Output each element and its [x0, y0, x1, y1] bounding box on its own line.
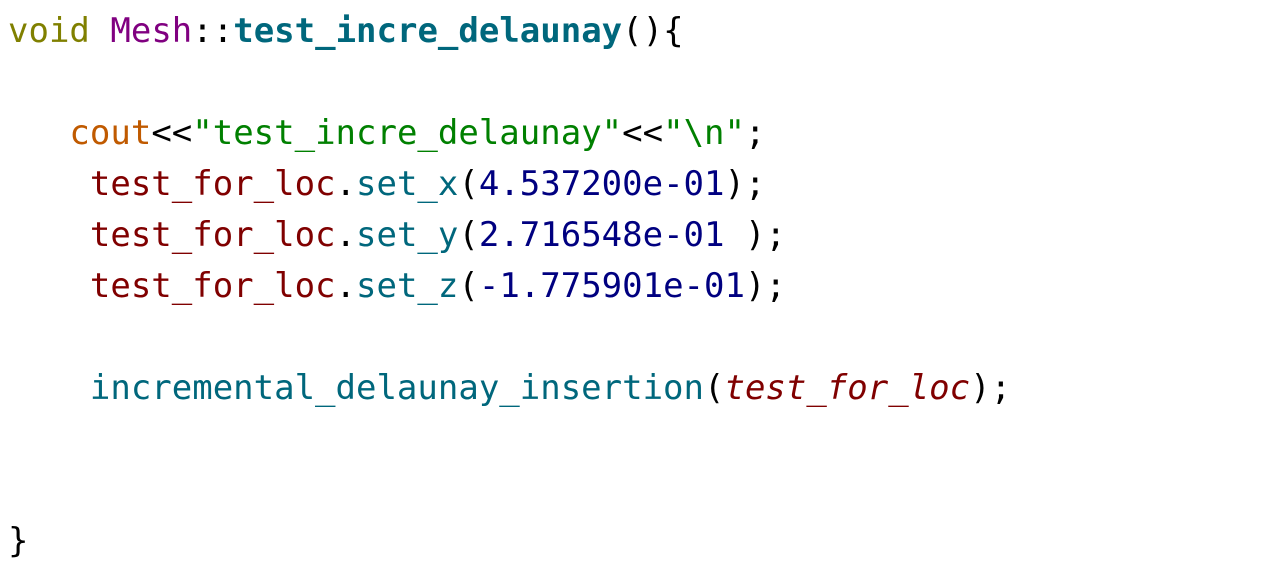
number-literal: -1.775901e-01 — [478, 266, 745, 306]
open-paren: ( — [458, 215, 479, 255]
open-paren: ( — [458, 266, 479, 306]
scope-operator: :: — [192, 11, 234, 51]
code-line-function-signature: void Mesh::test_incre_delaunay(){ — [8, 6, 684, 56]
object-name: test_for_loc — [89, 215, 336, 255]
code-line-insertion-call: incremental_delaunay_insertion(test_for_… — [8, 363, 1011, 413]
code-line-set-x: test_for_loc.set_x(4.537200e-01); — [8, 159, 766, 209]
stream-operator: << — [622, 113, 664, 153]
number-literal: 4.537200e-01 — [478, 164, 725, 204]
argument-name: test_for_loc — [724, 368, 971, 408]
cout-keyword: cout — [69, 113, 152, 153]
code-editor[interactable]: void Mesh::test_incre_delaunay(){ cout<<… — [0, 0, 1276, 573]
class-name: Mesh — [110, 11, 193, 51]
stream-operator: << — [151, 113, 193, 153]
string-literal: "test_incre_delaunay" — [192, 113, 623, 153]
close-paren: ); — [970, 368, 1012, 408]
object-name: test_for_loc — [89, 164, 336, 204]
function-open: (){ — [622, 11, 684, 51]
keyword-void: void — [8, 11, 90, 51]
method-name: set_x — [356, 164, 459, 204]
object-name: test_for_loc — [89, 266, 336, 306]
method-name: set_y — [356, 215, 459, 255]
code-line-cout: cout<<"test_incre_delaunay"<<"\n"; — [8, 108, 765, 158]
close-paren: ); — [744, 266, 786, 306]
open-paren: ( — [703, 368, 725, 408]
statement-end: ; — [744, 113, 766, 153]
close-brace: } — [8, 521, 29, 561]
number-literal: 2.716548e-01 — [478, 215, 725, 255]
function-name: test_incre_delaunay — [233, 11, 623, 51]
member-dot: . — [335, 215, 357, 255]
function-call-name: incremental_delaunay_insertion — [89, 368, 704, 408]
member-dot: . — [335, 266, 357, 306]
code-line-close-brace: } — [8, 516, 28, 566]
method-name: set_z — [356, 266, 459, 306]
code-line-set-z: test_for_loc.set_z(-1.775901e-01); — [8, 261, 786, 311]
open-paren: ( — [458, 164, 479, 204]
string-literal-newline: "\n" — [663, 113, 745, 153]
close-paren: ); — [724, 164, 766, 204]
close-paren: ); — [724, 215, 786, 255]
member-dot: . — [335, 164, 357, 204]
code-line-set-y: test_for_loc.set_y(2.716548e-01 ); — [8, 210, 786, 260]
